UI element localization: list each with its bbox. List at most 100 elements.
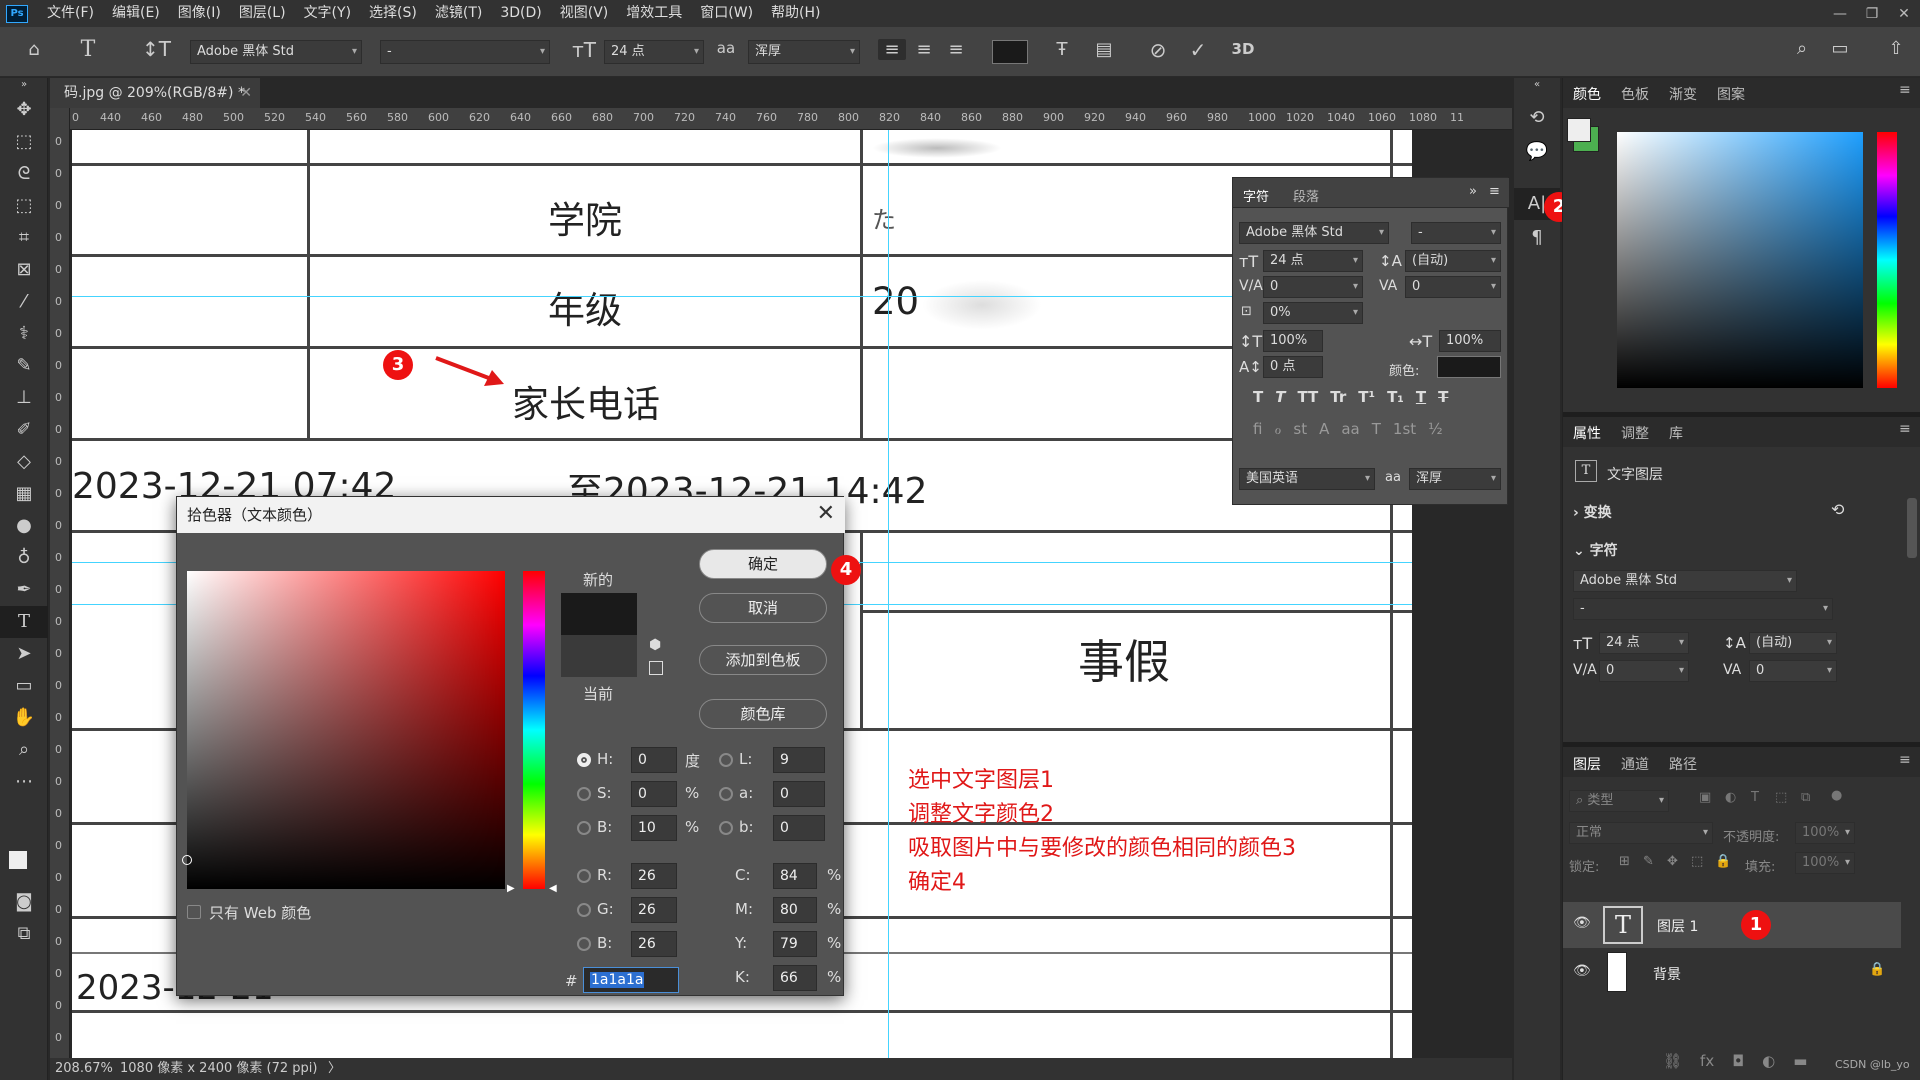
blend-mode-dropdown[interactable]: 正常 ▾ bbox=[1569, 822, 1713, 844]
zoom-level[interactable]: 208.67% bbox=[55, 1058, 113, 1080]
char-color-swatch[interactable] bbox=[1437, 356, 1501, 378]
filter-type-icon[interactable]: T bbox=[1751, 790, 1759, 805]
paragraph-panel-icon[interactable]: ¶ bbox=[1514, 222, 1560, 254]
color-hue-slider[interactable] bbox=[1877, 132, 1897, 388]
toggle-text-orientation-icon[interactable]: ↕T bbox=[142, 37, 171, 61]
properties-scrollbar[interactable] bbox=[1907, 498, 1917, 558]
add-to-swatches-button[interactable]: 添加到色板 bbox=[699, 645, 827, 675]
align-left-icon[interactable]: ≡ bbox=[878, 39, 906, 60]
radio-blue[interactable] bbox=[577, 937, 591, 951]
collapse-tools-icon[interactable]: » bbox=[0, 78, 48, 92]
layer-row-background[interactable]: 👁 背景 🔒 bbox=[1563, 950, 1901, 994]
section-transform[interactable]: › 变换 bbox=[1573, 502, 1612, 522]
titling-button[interactable]: T bbox=[1372, 420, 1381, 440]
saturation-brightness-field[interactable] bbox=[182, 571, 505, 889]
document-tab[interactable]: 码.jpg @ 209%(RGB/8#) * ✕ bbox=[50, 78, 260, 108]
h-input[interactable]: 0 bbox=[631, 747, 677, 773]
c-input[interactable]: 84 bbox=[773, 863, 817, 889]
cancel-edit-icon[interactable]: ⊘ bbox=[1144, 38, 1172, 62]
guide-vertical[interactable] bbox=[888, 130, 889, 1058]
brush-tool-icon[interactable]: ✎ bbox=[0, 350, 48, 382]
all-caps-button[interactable]: TT bbox=[1297, 388, 1318, 408]
menu-type[interactable]: 文字(Y) bbox=[295, 0, 360, 27]
panel-menu-icon[interactable]: ≡ bbox=[1489, 184, 1500, 199]
char-baseline[interactable]: 0 点 bbox=[1263, 356, 1323, 378]
workspace-icon[interactable]: ▭ bbox=[1826, 38, 1854, 59]
marquee-tool-icon[interactable]: ⬚ bbox=[0, 126, 48, 158]
tab-color[interactable]: 颜色 bbox=[1573, 84, 1601, 104]
radio-a[interactable] bbox=[719, 787, 733, 801]
adjustment-layer-icon[interactable]: ◐ bbox=[1762, 1052, 1775, 1070]
guide-horizontal[interactable] bbox=[72, 296, 1412, 297]
web-safe-icon[interactable] bbox=[649, 661, 663, 675]
lab-b-input[interactable]: 0 bbox=[773, 815, 825, 841]
layer-name[interactable]: 图层 1 bbox=[1657, 916, 1698, 936]
align-center-icon[interactable]: ≡ bbox=[910, 39, 938, 60]
tab-paths[interactable]: 路径 bbox=[1669, 754, 1697, 774]
a-input[interactable]: 0 bbox=[773, 781, 825, 807]
tab-properties[interactable]: 属性 bbox=[1573, 423, 1601, 443]
char-antialias[interactable]: 浑厚 ▾ bbox=[1409, 468, 1501, 490]
blue-input[interactable]: 26 bbox=[631, 931, 677, 957]
more-tools-icon[interactable]: ⋯ bbox=[0, 766, 48, 798]
font-style-dropdown[interactable]: - ▾ bbox=[380, 40, 550, 64]
zoom-tool-icon[interactable]: ⌕ bbox=[0, 734, 48, 766]
antialias-dropdown[interactable]: 浑厚 ▾ bbox=[748, 40, 860, 64]
hue-slider-handle-right[interactable]: ◀ bbox=[549, 883, 557, 894]
radio-lab-b[interactable] bbox=[719, 821, 733, 835]
filter-toggle-icon[interactable]: ● bbox=[1831, 788, 1842, 803]
filter-smart-icon[interactable]: ⧉ bbox=[1801, 790, 1810, 805]
history-brush-tool-icon[interactable]: ✐ bbox=[0, 414, 48, 446]
color-cursor[interactable] bbox=[182, 855, 192, 865]
font-family-dropdown[interactable]: Adobe 黑体 Std ▾ bbox=[190, 40, 362, 64]
prop-leading[interactable]: (自动) ▾ bbox=[1749, 632, 1837, 654]
char-font-family[interactable]: Adobe 黑体 Std ▾ bbox=[1239, 222, 1389, 244]
share-icon[interactable]: ⇧ bbox=[1882, 38, 1910, 59]
type-tool-icon[interactable]: T bbox=[0, 606, 48, 638]
search-icon[interactable]: ⌕ bbox=[1788, 38, 1816, 59]
font-size-dropdown[interactable]: 24 点 ▾ bbox=[604, 40, 704, 64]
menu-file[interactable]: 文件(F) bbox=[38, 0, 103, 27]
gradient-tool-icon[interactable]: ▦ bbox=[0, 478, 48, 510]
hue-slider-handle-left[interactable]: ▶ bbox=[507, 883, 515, 894]
new-group-icon[interactable]: ▬ bbox=[1793, 1052, 1807, 1070]
add-mask-icon[interactable]: ◘ bbox=[1732, 1052, 1744, 1070]
menu-window[interactable]: 窗口(W) bbox=[691, 0, 762, 27]
object-select-tool-icon[interactable]: ⬚ bbox=[0, 190, 48, 222]
layers-menu-icon[interactable]: ≡ bbox=[1899, 752, 1911, 768]
opacity-field[interactable]: 100% ▾ bbox=[1795, 822, 1855, 844]
m-input[interactable]: 80 bbox=[773, 897, 817, 923]
foreground-color-swatch[interactable] bbox=[8, 850, 28, 870]
char-tsume[interactable]: 0% ▾ bbox=[1263, 302, 1363, 324]
prop-font-size[interactable]: 24 点 ▾ bbox=[1599, 632, 1689, 654]
k-input[interactable]: 66 bbox=[773, 965, 817, 991]
prop-kerning[interactable]: 0 ▾ bbox=[1599, 660, 1689, 682]
g-input[interactable]: 26 bbox=[631, 897, 677, 923]
filter-adjustment-icon[interactable]: ◐ bbox=[1725, 790, 1736, 805]
quick-mask-icon[interactable]: ◙ bbox=[0, 886, 48, 918]
tab-gradients[interactable]: 渐变 bbox=[1669, 84, 1697, 104]
status-arrow[interactable]: 〉 bbox=[328, 1058, 341, 1080]
radio-b[interactable] bbox=[577, 821, 591, 835]
type-tool-preset-icon[interactable]: T bbox=[74, 37, 102, 62]
web-colors-checkbox[interactable] bbox=[187, 905, 201, 919]
layer-row-text[interactable]: 👁 T 图层 1 1 bbox=[1563, 902, 1901, 948]
section-character[interactable]: ⌄ 字符 bbox=[1573, 540, 1618, 560]
tab-swatches[interactable]: 色板 bbox=[1621, 84, 1649, 104]
radio-l[interactable] bbox=[719, 753, 733, 767]
tab-channels[interactable]: 通道 bbox=[1621, 754, 1649, 774]
char-kerning[interactable]: 0 ▾ bbox=[1263, 276, 1363, 298]
character-panel-toggle-icon[interactable]: ▤ bbox=[1090, 39, 1118, 60]
prop-tracking[interactable]: 0 ▾ bbox=[1749, 660, 1837, 682]
history-icon[interactable]: ⟲ bbox=[1514, 102, 1560, 134]
lock-pixels-icon[interactable]: ✎ bbox=[1643, 854, 1654, 869]
filter-pixel-icon[interactable]: ▣ bbox=[1699, 790, 1711, 805]
cancel-button[interactable]: 取消 bbox=[699, 593, 827, 623]
restore-icon[interactable]: ❐ bbox=[1856, 0, 1888, 27]
radio-g[interactable] bbox=[577, 903, 591, 917]
menu-help[interactable]: 帮助(H) bbox=[762, 0, 829, 27]
lock-artboard-icon[interactable]: ⬚ bbox=[1691, 854, 1703, 869]
ok-button[interactable]: 确定 bbox=[699, 549, 827, 579]
crop-tool-icon[interactable]: ⌗ bbox=[0, 222, 48, 254]
char-font-size[interactable]: 24 点 ▾ bbox=[1263, 250, 1363, 272]
